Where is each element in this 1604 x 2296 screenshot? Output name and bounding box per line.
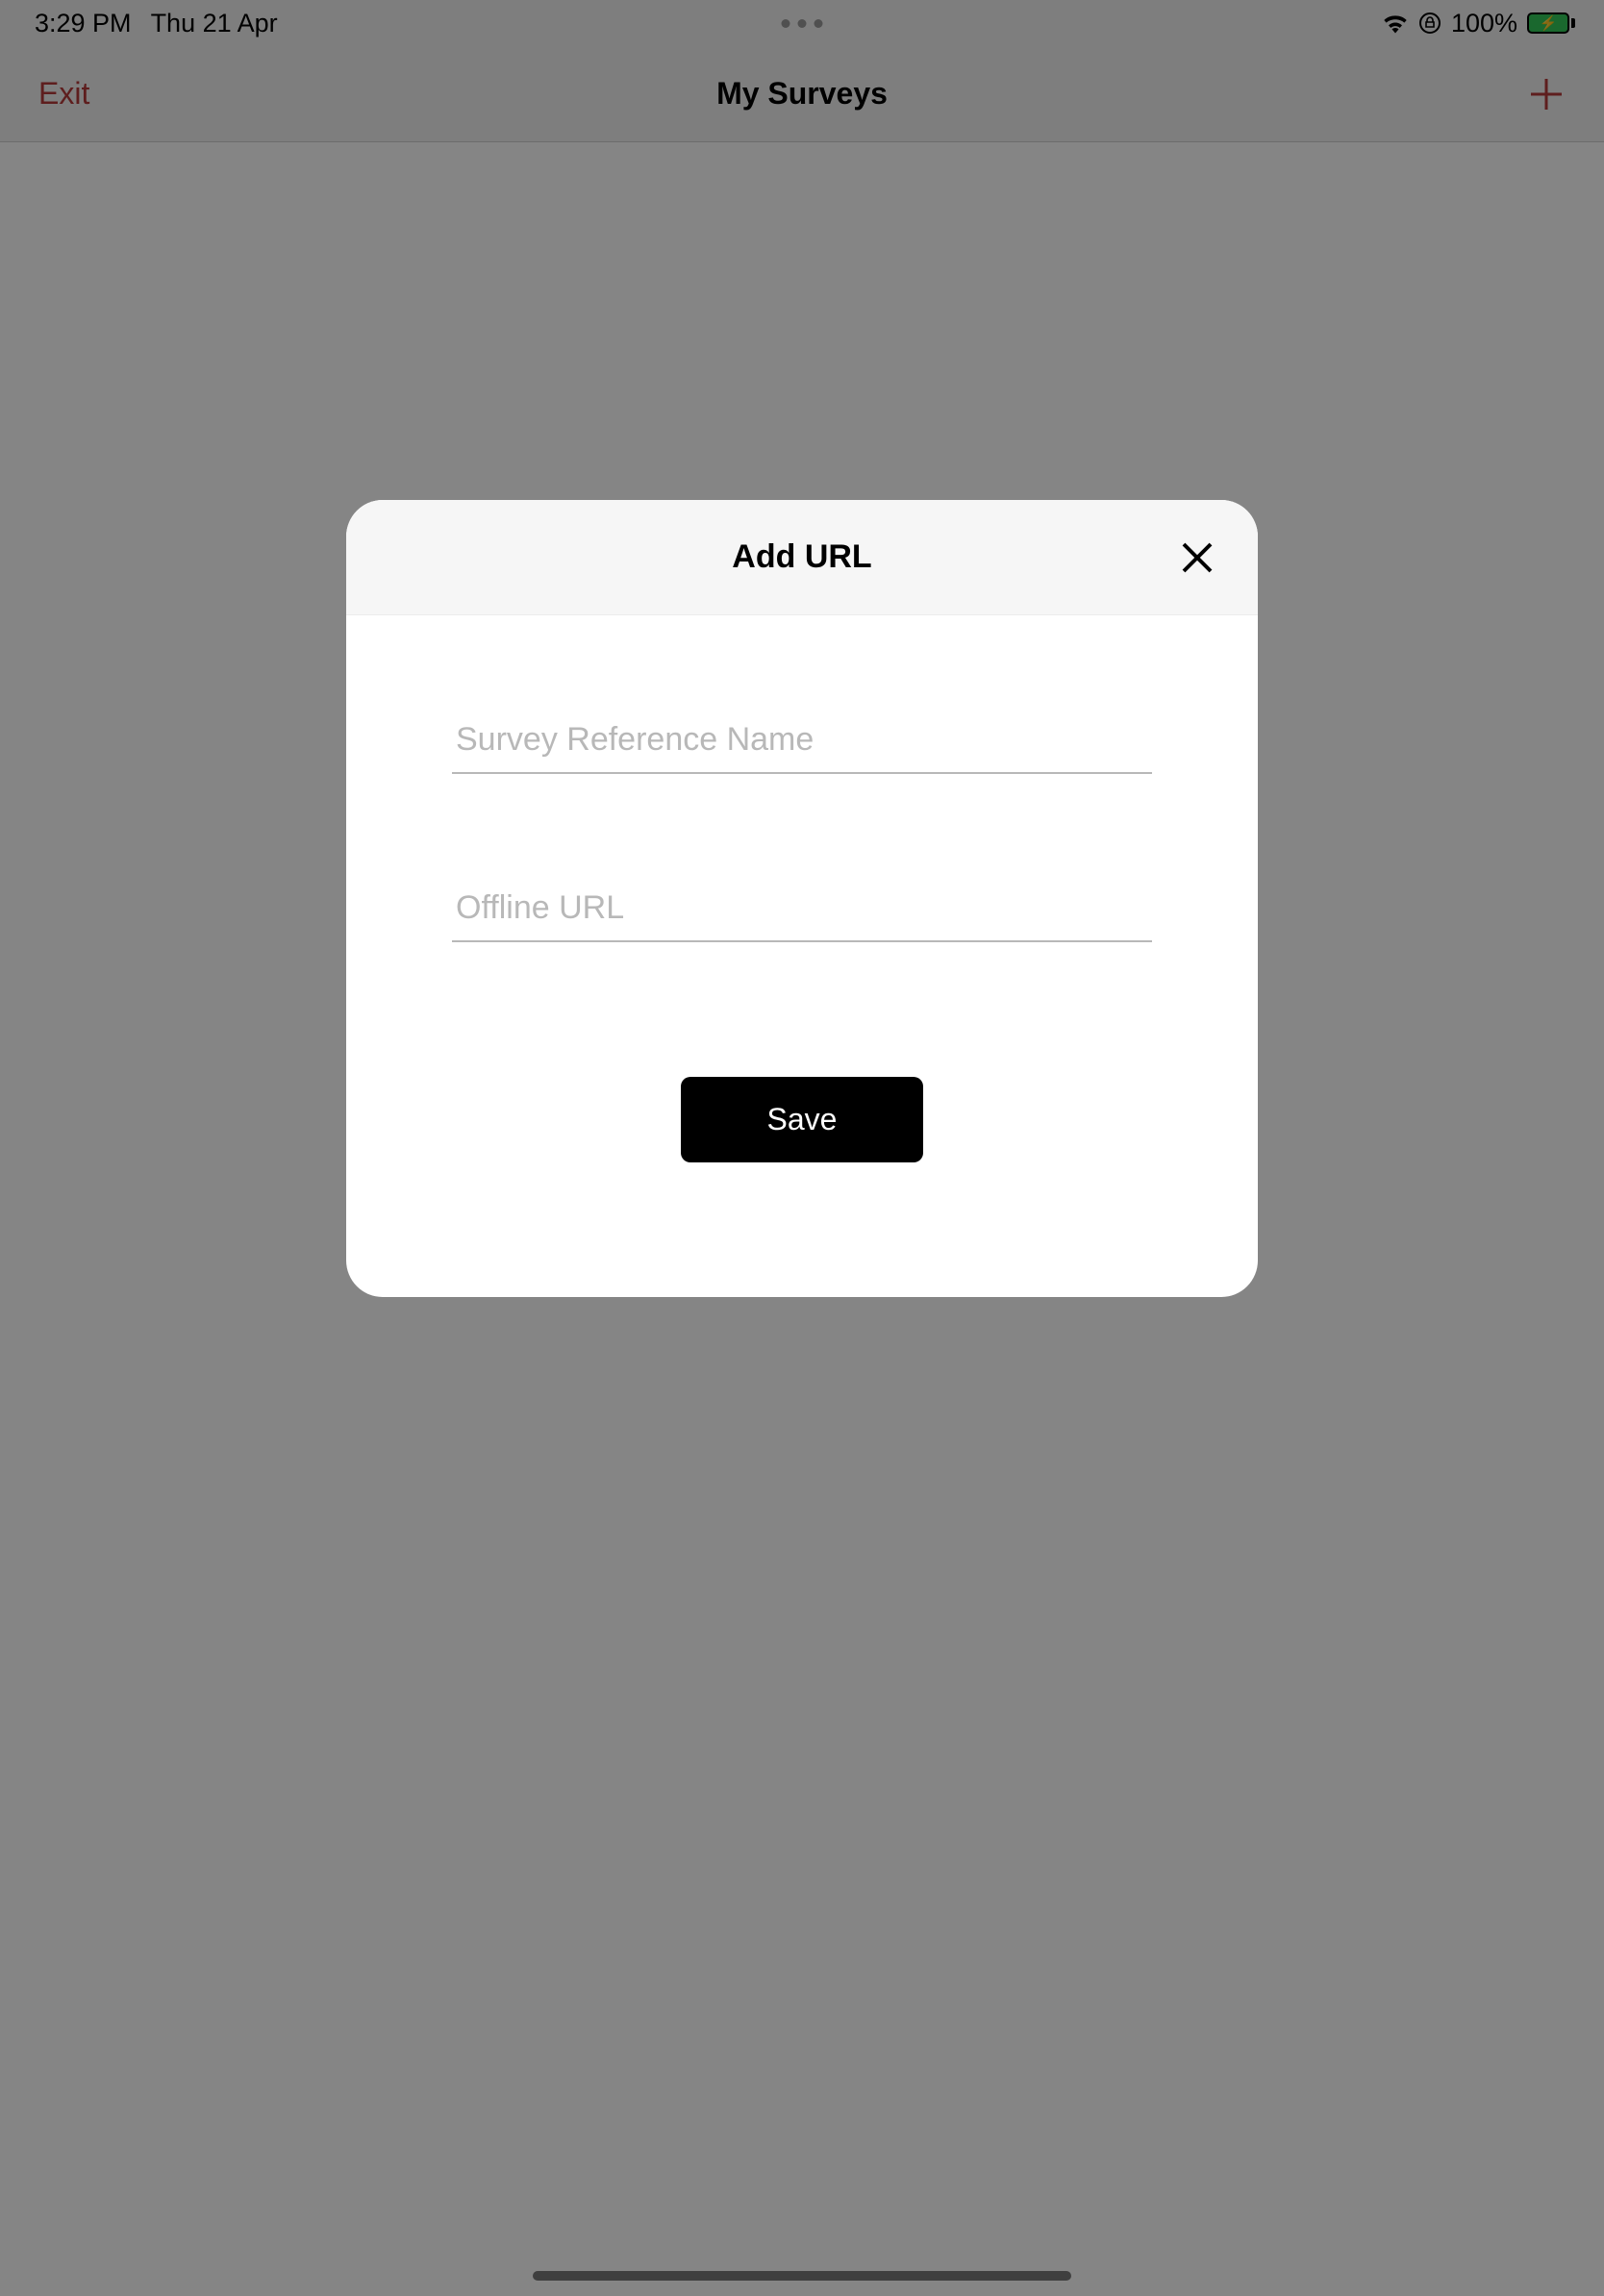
add-url-modal: Add URL Save — [346, 500, 1258, 1297]
close-icon — [1179, 539, 1216, 576]
modal-overlay[interactable]: Add URL Save — [0, 0, 1604, 2296]
close-button[interactable] — [1173, 534, 1221, 582]
home-indicator-icon[interactable] — [533, 2271, 1071, 2281]
save-button[interactable]: Save — [681, 1077, 924, 1162]
modal-body: Save — [346, 615, 1258, 1297]
modal-header: Add URL — [346, 500, 1258, 615]
modal-title: Add URL — [732, 538, 871, 576]
home-indicator-wrap — [0, 2271, 1604, 2281]
survey-reference-name-input[interactable] — [452, 711, 1152, 774]
offline-url-input[interactable] — [452, 880, 1152, 942]
